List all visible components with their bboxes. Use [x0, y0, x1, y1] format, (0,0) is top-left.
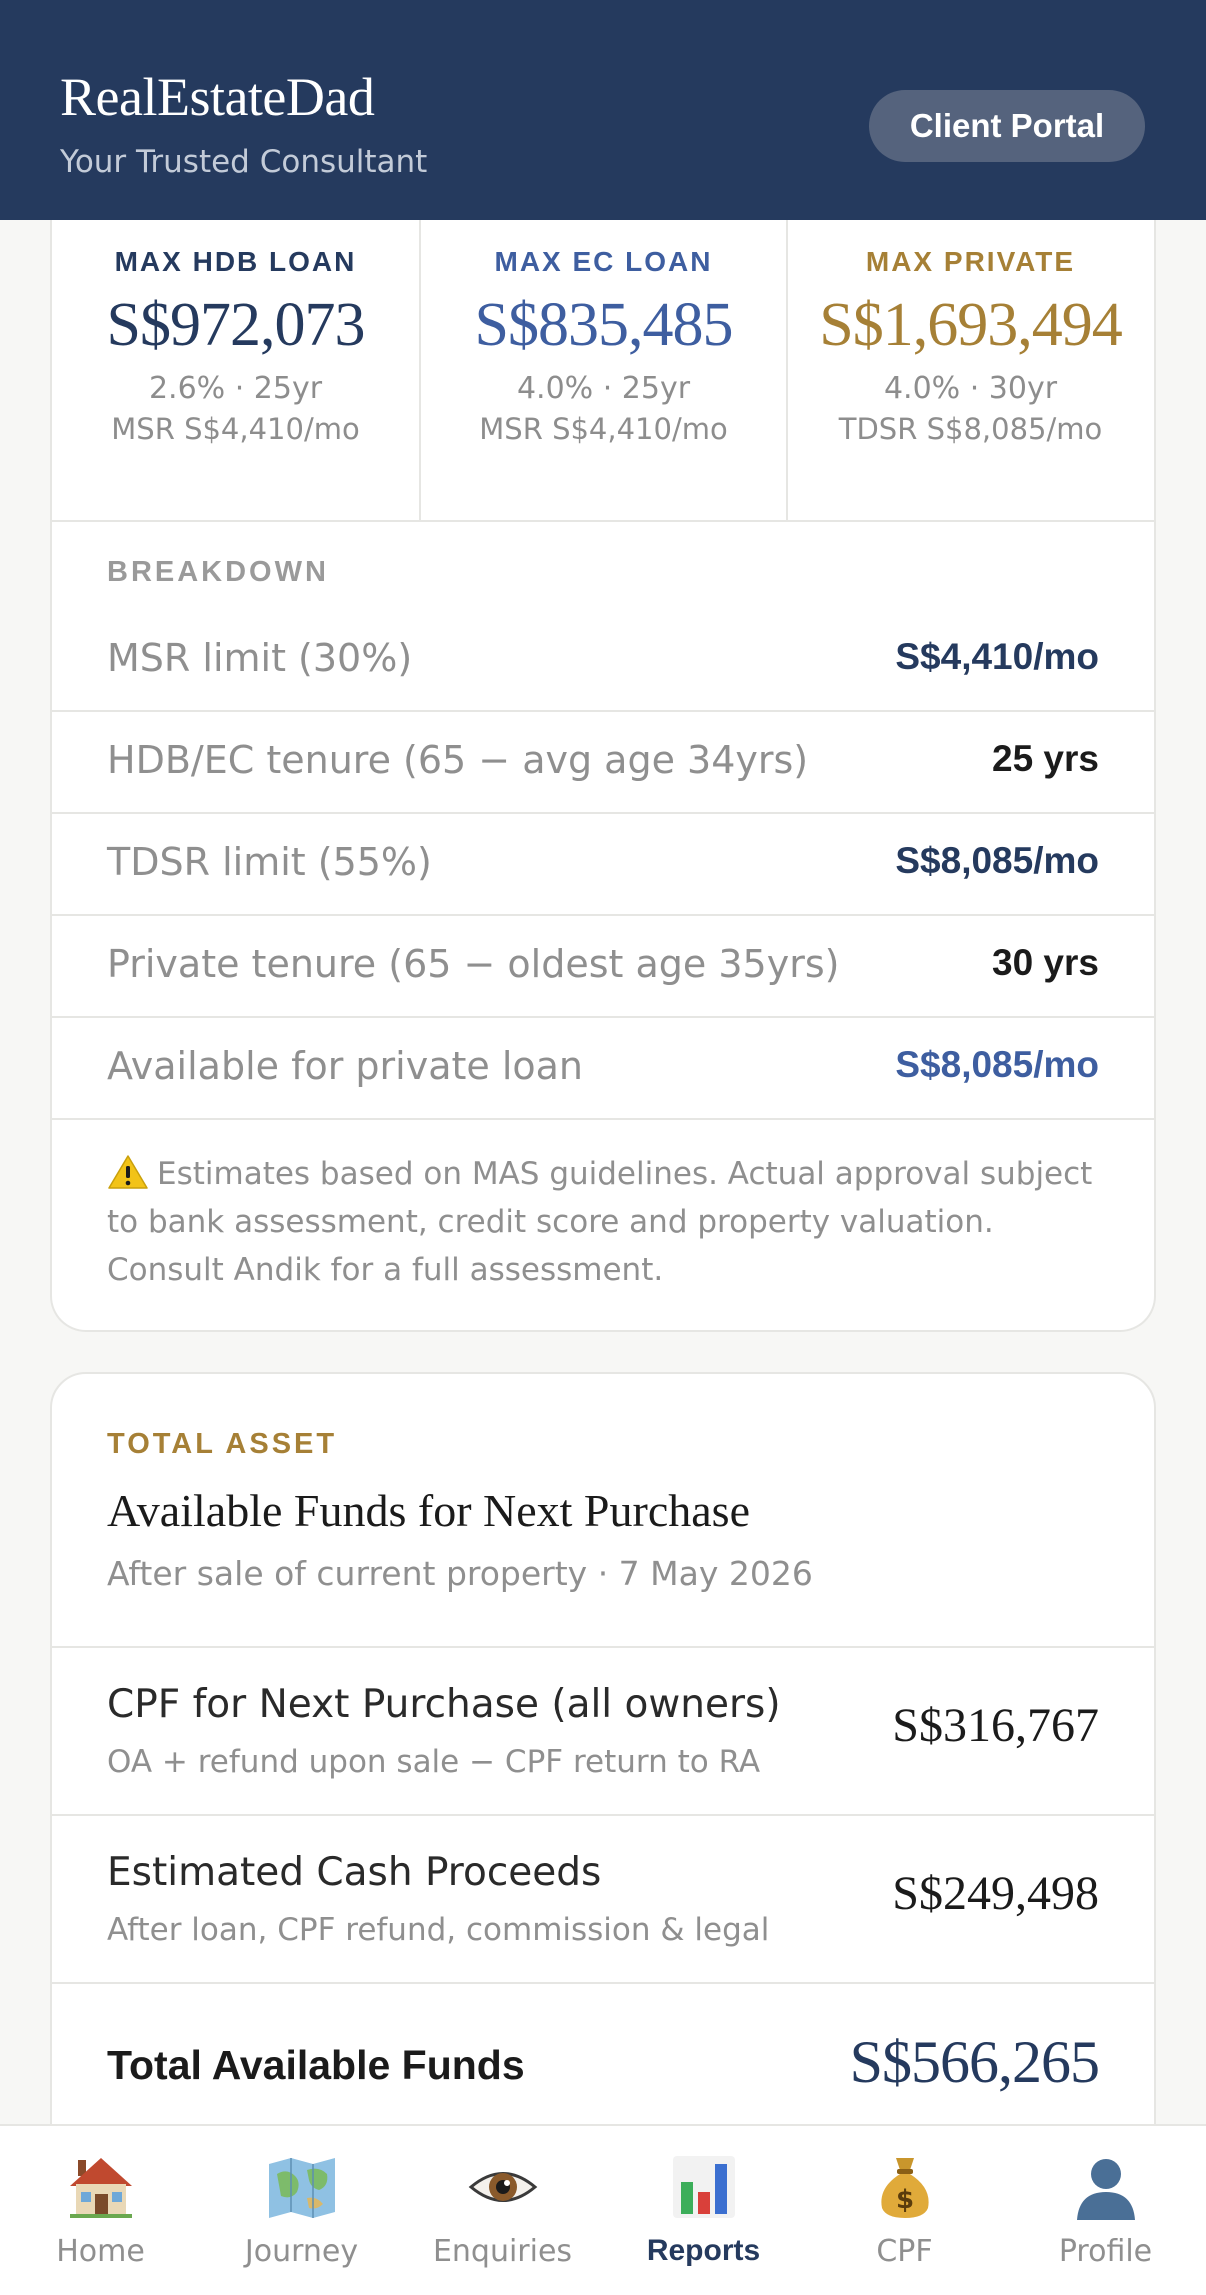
breakdown-row: HDB/EC tenure (65 − avg age 34yrs) 25 yr… — [52, 712, 1154, 814]
loan-ratio: TDSR S$8,085/mo — [838, 412, 1103, 446]
nav-reports[interactable]: Reports — [603, 2126, 804, 2295]
breakdown-label: Private tenure (65 − oldest age 35yrs) — [107, 942, 840, 986]
nav-label: Journey — [244, 2234, 359, 2269]
warning-icon — [108, 1155, 148, 1189]
breakdown-label: Available for private loan — [107, 1044, 584, 1088]
loan-rate: 2.6% · 25yr — [148, 371, 323, 406]
breakdown-value: 30 yrs — [992, 942, 1099, 983]
max-hdb-loan: MAX HDB LOAN S$972,073 2.6% · 25yr MSR S… — [52, 220, 419, 520]
cash-proceeds-row: Estimated Cash Proceeds After loan, CPF … — [52, 1814, 1154, 1982]
breakdown-label: MSR limit (30%) — [107, 636, 413, 680]
asset-sublabel: After loan, CPF refund, commission & leg… — [107, 1912, 770, 1948]
svg-text:$: $ — [896, 2185, 914, 2215]
brand-tagline: Your Trusted Consultant — [60, 144, 428, 180]
eye-icon — [468, 2172, 538, 2202]
cpf-funds-row: CPF for Next Purchase (all owners) OA + … — [52, 1646, 1154, 1814]
loan-label: MAX PRIVATE — [865, 246, 1076, 277]
total-funds-label: Total Available Funds — [107, 2042, 525, 2088]
nav-label: Home — [56, 2234, 145, 2269]
brand-name: RealEstateDad — [60, 67, 375, 127]
nav-profile[interactable]: Profile — [1005, 2126, 1206, 2295]
loan-ratio: MSR S$4,410/mo — [479, 412, 728, 446]
loan-rate: 4.0% · 25yr — [516, 371, 691, 406]
loan-eligibility-card: MAX HDB LOAN S$972,073 2.6% · 25yr MSR S… — [50, 220, 1156, 1332]
breakdown-row: Available for private loan S$8,085/mo — [52, 1018, 1154, 1120]
nav-journey[interactable]: Journey — [201, 2126, 402, 2295]
nav-cpf[interactable]: $ CPF — [804, 2126, 1005, 2295]
loan-amount: S$972,073 — [106, 291, 366, 359]
nav-label: Enquiries — [432, 2234, 573, 2269]
money-bag-icon: $ — [881, 2158, 929, 2218]
max-ec-loan: MAX EC LOAN S$835,485 4.0% · 25yr MSR S$… — [419, 220, 786, 520]
total-asset-title: Available Funds for Next Purchase — [107, 1485, 750, 1536]
loan-amount: S$1,693,494 — [819, 291, 1122, 359]
asset-value: S$249,498 — [892, 1867, 1099, 1920]
house-icon — [70, 2158, 132, 2218]
breakdown-label: TDSR limit (55%) — [107, 840, 432, 884]
breakdown-value: S$4,410/mo — [895, 636, 1099, 677]
asset-sublabel: OA + refund upon sale − CPF return to RA — [107, 1744, 761, 1780]
loan-label: MAX EC LOAN — [494, 246, 713, 277]
nav-enquiries[interactable]: Enquiries — [402, 2126, 603, 2295]
breakdown-label: HDB/EC tenure (65 − avg age 34yrs) — [107, 738, 809, 782]
breakdown-row: TDSR limit (55%) S$8,085/mo — [52, 814, 1154, 916]
breakdown-row: Private tenure (65 − oldest age 35yrs) 3… — [52, 916, 1154, 1018]
breakdown-value: S$8,085/mo — [895, 840, 1099, 881]
asset-label: CPF for Next Purchase (all owners) — [107, 1682, 781, 1727]
total-asset-caption: TOTAL ASSET — [107, 1428, 338, 1460]
max-loan-summary: MAX HDB LOAN S$972,073 2.6% · 25yr MSR S… — [52, 220, 1154, 522]
nav-label: Profile — [1058, 2234, 1153, 2269]
breakdown-row: MSR limit (30%) S$4,410/mo — [52, 610, 1154, 712]
loan-rate: 4.0% · 30yr — [883, 371, 1058, 406]
client-portal-button[interactable]: Client Portal — [869, 90, 1145, 162]
app-header: RealEstateDad Your Trusted Consultant Cl… — [0, 0, 1206, 220]
asset-value: S$316,767 — [892, 1699, 1099, 1752]
bar-chart-icon — [673, 2156, 735, 2218]
max-private-loan: MAX PRIVATE S$1,693,494 4.0% · 30yr TDSR… — [786, 220, 1153, 520]
nav-label: Reports — [646, 2234, 761, 2267]
total-asset-subtitle: After sale of current property · 7 May 2… — [107, 1554, 813, 1593]
total-funds-value: S$566,265 — [849, 2029, 1100, 2095]
nav-label: CPF — [876, 2234, 933, 2269]
nav-home[interactable]: Home — [0, 2126, 201, 2295]
breakdown-value: S$8,085/mo — [895, 1044, 1099, 1085]
asset-label: Estimated Cash Proceeds — [107, 1850, 602, 1895]
disclaimer-text: Estimates based on MAS guidelines. Actua… — [107, 1156, 1093, 1288]
breakdown-value: 25 yrs — [992, 738, 1099, 779]
loan-amount: S$835,485 — [474, 291, 734, 359]
profile-icon — [1077, 2159, 1135, 2220]
bottom-nav: Home Journey Enquiries Reports $ CPF Pro… — [0, 2124, 1206, 2295]
disclaimer-note: Estimates based on MAS guidelines. Actua… — [107, 1150, 1107, 1294]
loan-ratio: MSR S$4,410/mo — [111, 412, 360, 446]
map-icon — [269, 2158, 335, 2218]
breakdown-caption: BREAKDOWN — [107, 556, 329, 588]
loan-label: MAX HDB LOAN — [114, 246, 357, 277]
